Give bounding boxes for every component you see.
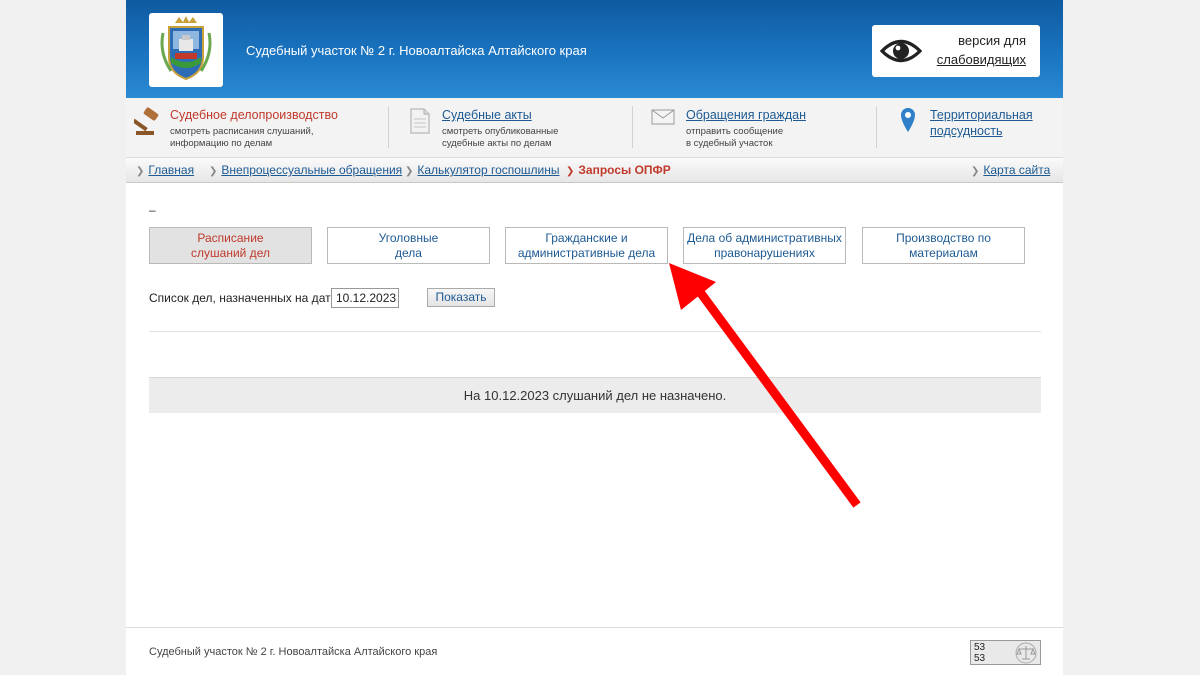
visit-counter[interactable]: 53 53 bbox=[970, 640, 1041, 665]
tab-label: Дела об административных правонарушениях bbox=[687, 230, 842, 260]
nav-court-acts-desc-1: смотреть опубликованные bbox=[442, 126, 559, 137]
nav-territorial-jurisdiction[interactable]: Территориальная подсудность bbox=[877, 98, 1063, 158]
tab-materials-proceedings[interactable]: Производство по материалам bbox=[862, 227, 1025, 264]
nav-territorial-title-1: Территориальная bbox=[930, 108, 1033, 122]
counter-value-2: 53 bbox=[974, 653, 986, 664]
nav-citizen-appeals-desc-1: отправить сообщение bbox=[686, 126, 784, 137]
divider bbox=[149, 331, 1041, 332]
visually-impaired-label-1: версия для bbox=[958, 33, 1026, 48]
coat-of-arms-logo[interactable] bbox=[149, 13, 223, 87]
nav-citizen-appeals-title: Обращения граждан bbox=[686, 108, 806, 122]
breadcrumb: ❯ Главная ❯ Внепроцессуальные обращения ❯ К… bbox=[126, 158, 1063, 183]
page: Судебный участок № 2 г. Новоалтайска Алт… bbox=[126, 0, 1063, 675]
top-navigation: Судебное делопроизводство смотреть распи… bbox=[126, 98, 1063, 158]
chevron-right-icon: ❯ bbox=[405, 166, 414, 177]
nav-court-acts[interactable]: Судебные акты смотреть опубликованные су… bbox=[389, 98, 632, 158]
date-label: Список дел, назначенных на дату bbox=[149, 291, 337, 305]
tab-hearing-schedule[interactable]: Расписание слушаний дел bbox=[149, 227, 312, 264]
tab-criminal-cases[interactable]: Уголовные дела bbox=[327, 227, 490, 264]
tab-label: Производство по материалам bbox=[896, 230, 991, 260]
no-hearings-notice: На 10.12.2023 слушаний дел не назначено. bbox=[149, 377, 1041, 413]
site-title: Судебный участок № 2 г. Новоалтайска Алт… bbox=[246, 43, 587, 58]
scales-icon bbox=[1014, 642, 1038, 669]
nav-court-proceedings-desc-1: смотреть расписания слушаний, bbox=[170, 126, 314, 137]
footer-divider bbox=[126, 627, 1063, 628]
tab-civil-administrative-cases[interactable]: Гражданские и административные дела bbox=[505, 227, 668, 264]
eye-icon bbox=[879, 34, 923, 73]
envelope-icon bbox=[651, 109, 675, 130]
nav-citizen-appeals[interactable]: Обращения граждан отправить сообщение в … bbox=[633, 98, 876, 158]
nav-court-acts-title: Судебные акты bbox=[442, 108, 532, 122]
nav-territorial-title-2: подсудность bbox=[930, 124, 1003, 138]
date-input[interactable] bbox=[331, 288, 399, 308]
visually-impaired-version-button[interactable]: версия для слабовидящих bbox=[872, 25, 1040, 77]
nav-court-proceedings[interactable]: Судебное делопроизводство смотреть распи… bbox=[126, 98, 388, 158]
tab-administrative-offenses[interactable]: Дела об административных правонарушениях bbox=[683, 227, 846, 264]
breadcrumb-sitemap[interactable]: ❯ Карта сайта bbox=[971, 163, 1050, 177]
nav-court-acts-desc-2: судебные акты по делам bbox=[442, 138, 552, 149]
breadcrumb-fee-calculator[interactable]: ❯ Калькулятор госпошлины bbox=[405, 163, 560, 177]
footer-text: Судебный участок № 2 г. Новоалтайска Алт… bbox=[149, 646, 438, 658]
breadcrumb-non-procedural-appeals[interactable]: ❯ Внепроцессуальные обращения bbox=[209, 163, 402, 177]
tab-label: Расписание слушаний дел bbox=[191, 230, 270, 260]
tab-label: Уголовные дела bbox=[378, 230, 439, 260]
breadcrumb-opfr-requests[interactable]: ❯ Запросы ОПФР bbox=[566, 163, 671, 177]
document-icon bbox=[409, 108, 431, 139]
visually-impaired-label-2: слабовидящих bbox=[936, 52, 1026, 67]
dash-marker: – bbox=[149, 203, 156, 217]
site-header: Судебный участок № 2 г. Новоалтайска Алт… bbox=[126, 0, 1063, 98]
gavel-icon bbox=[132, 107, 162, 142]
breadcrumb-home[interactable]: ❯ Главная bbox=[136, 163, 194, 177]
chevron-right-icon: ❯ bbox=[971, 166, 980, 177]
nav-court-proceedings-desc-2: информацию по делам bbox=[170, 138, 273, 149]
chevron-right-icon: ❯ bbox=[566, 166, 575, 177]
chevron-right-icon: ❯ bbox=[209, 166, 218, 177]
tab-label: Гражданские и административные дела bbox=[517, 230, 656, 260]
counter-value-1: 53 bbox=[974, 642, 986, 653]
map-pin-icon bbox=[900, 107, 916, 138]
show-button[interactable]: Показать bbox=[427, 288, 495, 307]
nav-court-proceedings-title: Судебное делопроизводство bbox=[170, 108, 338, 122]
nav-citizen-appeals-desc-2: в судебный участок bbox=[686, 138, 773, 149]
chevron-right-icon: ❯ bbox=[136, 166, 145, 177]
